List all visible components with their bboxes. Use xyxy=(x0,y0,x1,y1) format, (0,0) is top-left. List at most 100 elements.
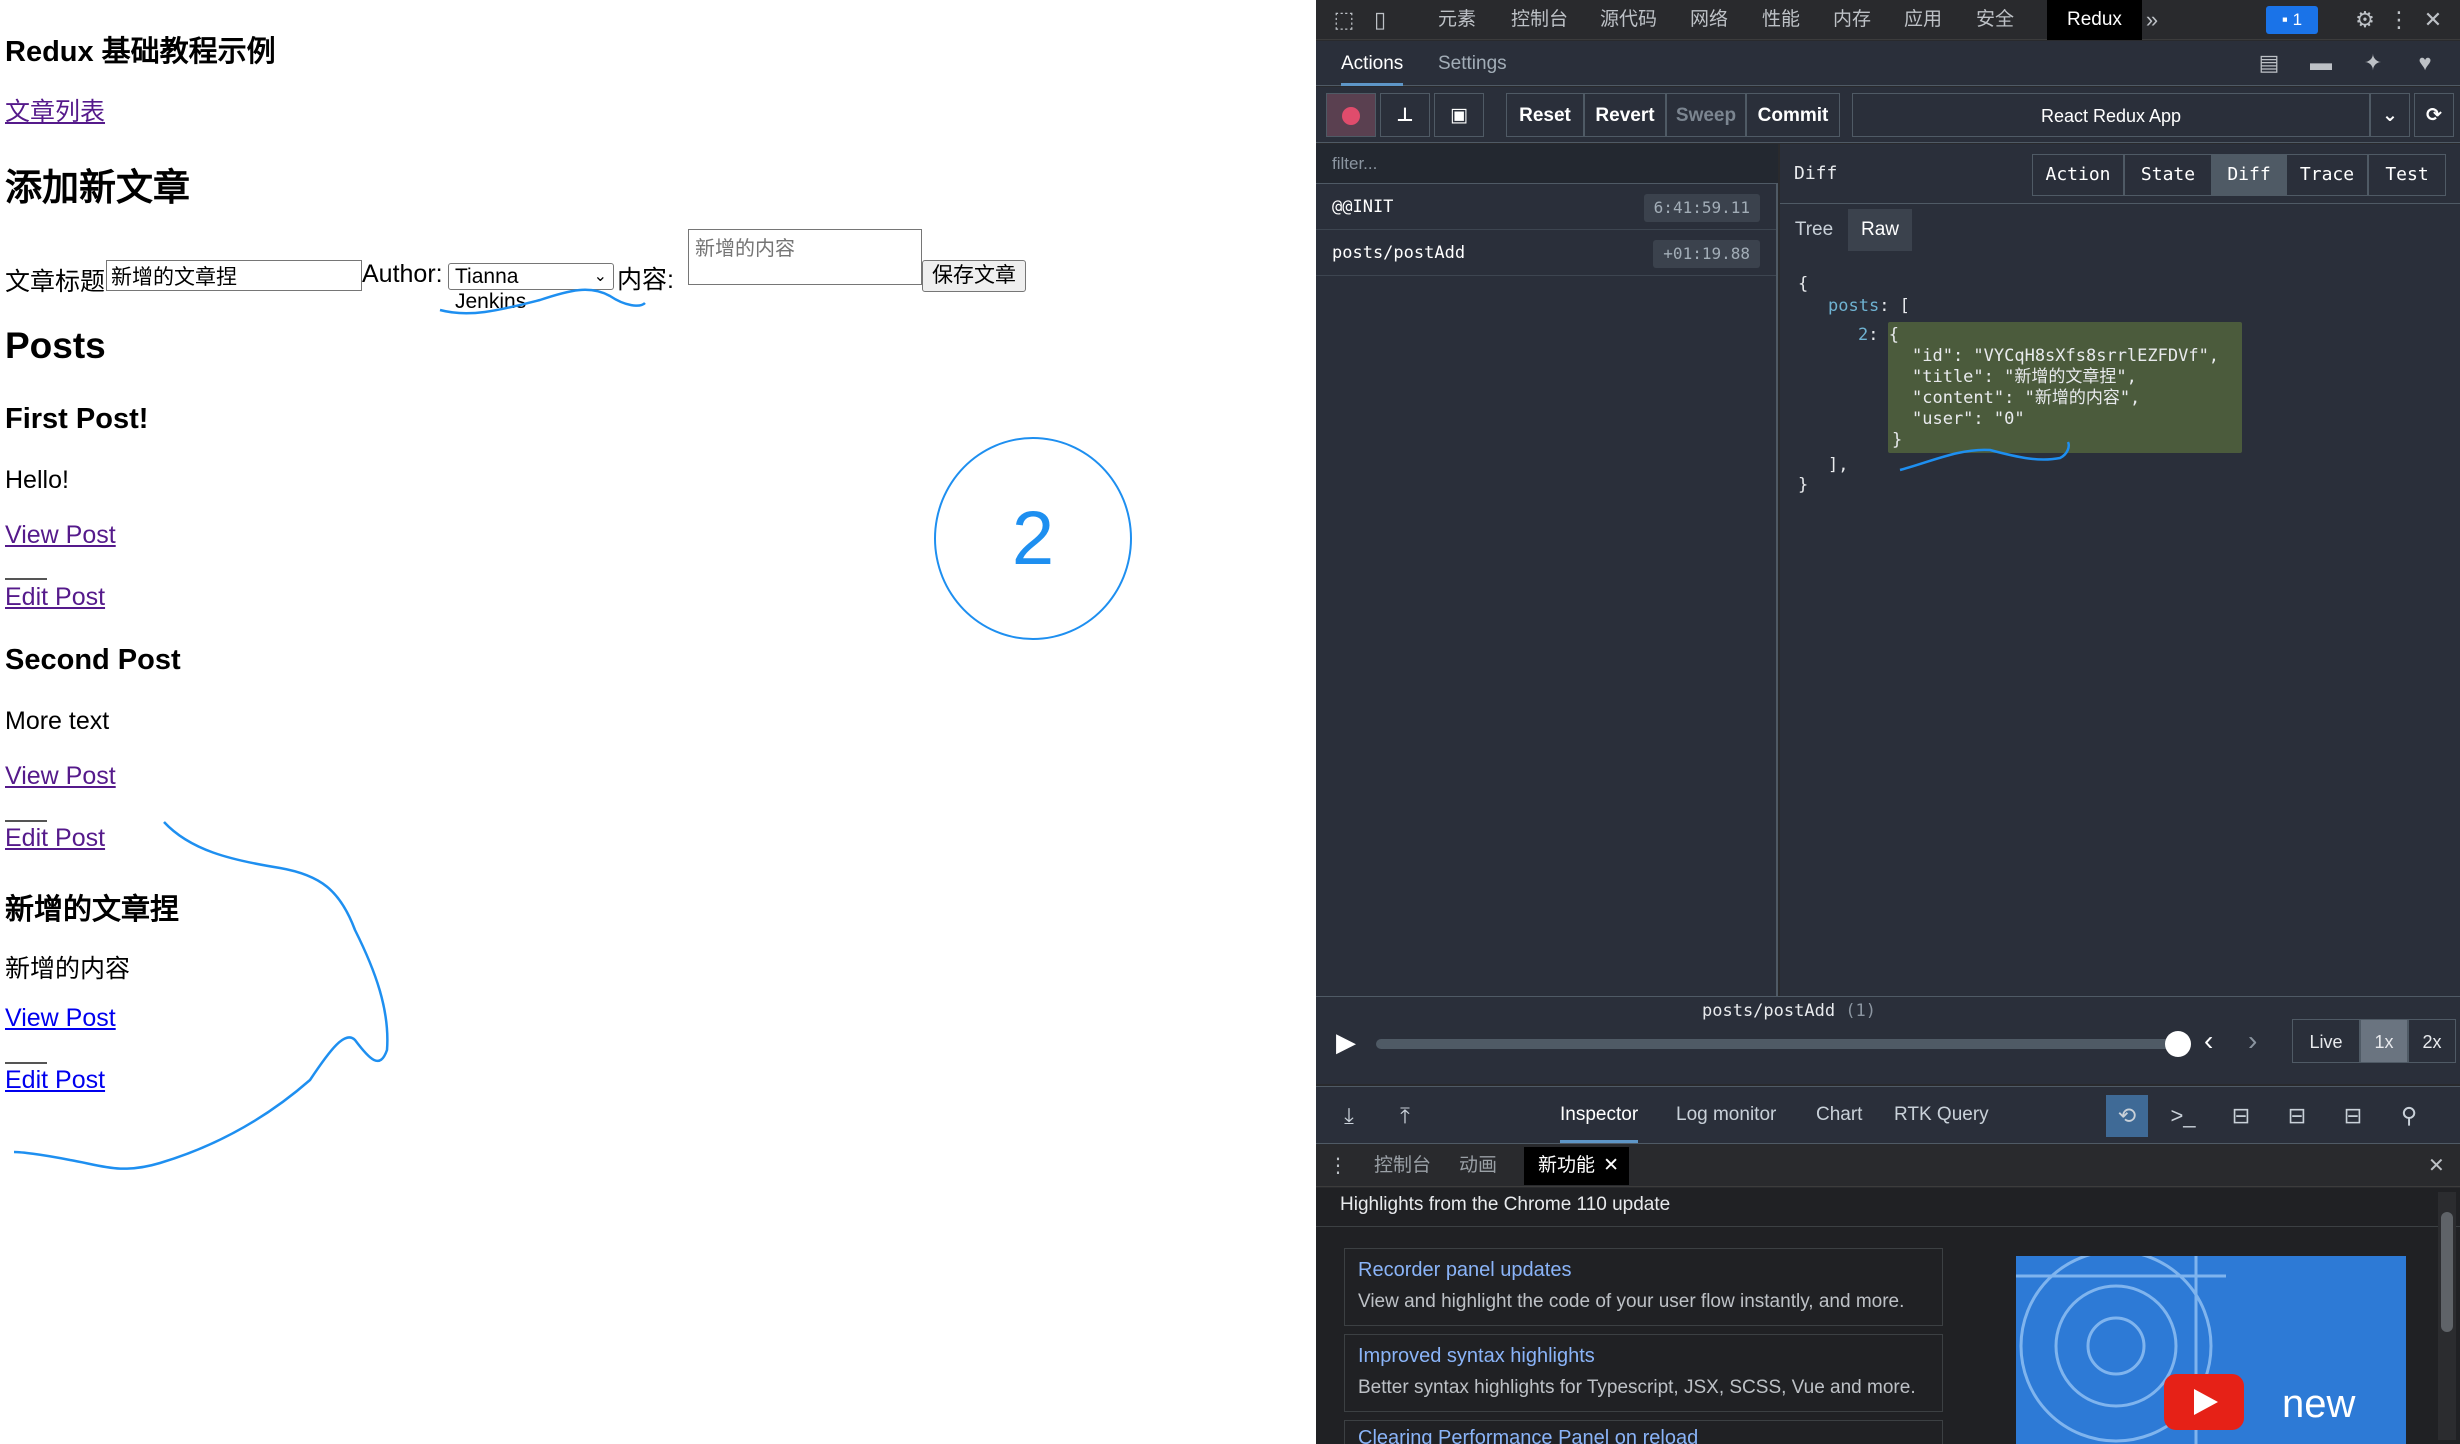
gear-icon[interactable]: ⚙ xyxy=(2350,0,2380,40)
action-filter-input[interactable]: filter... xyxy=(1316,144,1778,184)
feature-card[interactable]: Improved syntax highlights Better syntax… xyxy=(1344,1334,1943,1412)
dock-bottom-icon[interactable]: ⊟ xyxy=(2332,1095,2374,1137)
tab-trace-view[interactable]: Trace xyxy=(2286,154,2368,196)
scrollbar[interactable] xyxy=(2438,1192,2456,1440)
drawer-tab-animations[interactable]: 动画 xyxy=(1459,1145,1497,1187)
feature-title[interactable]: Clearing Performance Panel on reload xyxy=(1358,1427,1698,1444)
tab-memory[interactable]: 内存 xyxy=(1833,0,1871,40)
revert-button[interactable]: Revert xyxy=(1584,93,1666,137)
diff-index-open: : { xyxy=(1868,325,1899,345)
issues-badge[interactable]: ▪ 1 xyxy=(2266,6,2318,34)
slider-handle[interactable] xyxy=(2165,1031,2191,1057)
dock-left-icon[interactable]: ⊟ xyxy=(2220,1095,2262,1137)
live-button[interactable]: Live xyxy=(2292,1019,2360,1063)
tab-application[interactable]: 应用 xyxy=(1904,0,1942,40)
speed-1x-button[interactable]: 1x xyxy=(2360,1019,2408,1063)
drawer-tab-whats-new[interactable]: 新功能 ✕ xyxy=(1524,1147,1630,1185)
record-button[interactable] xyxy=(1326,93,1376,137)
pin-button[interactable]: ⊥ xyxy=(1380,93,1430,137)
highlights-headline: Highlights from the Chrome 110 update xyxy=(1340,1194,1671,1215)
author-select[interactable]: Tianna Jenkins ⌄ xyxy=(448,263,614,313)
twitter-icon[interactable]: ✦ xyxy=(2356,43,2390,83)
persist-icon[interactable]: ⟲ xyxy=(2106,1095,2148,1137)
edit-post-link[interactable]: Edit Post xyxy=(5,1066,105,1095)
book-icon[interactable]: ▤ xyxy=(2252,43,2286,83)
view-post-link[interactable]: View Post xyxy=(5,762,116,791)
tab-diff-view[interactable]: Diff xyxy=(2212,154,2286,196)
post-title: 新增的文章捏 xyxy=(5,894,180,926)
tab-performance[interactable]: 性能 xyxy=(1762,0,1800,40)
close-icon[interactable]: ✕ xyxy=(1603,1147,1619,1185)
sync-icon[interactable]: ⟳ xyxy=(2414,93,2454,137)
close-drawer-icon[interactable]: ✕ xyxy=(2428,1145,2445,1187)
tab-settings[interactable]: Settings xyxy=(1438,41,1507,86)
post-content: 新增的内容 xyxy=(5,955,131,983)
youtube-play-icon[interactable] xyxy=(2164,1374,2244,1430)
timeline-slider[interactable] xyxy=(1376,1039,2176,1049)
feature-card[interactable]: Recorder panel updates View and highligh… xyxy=(1344,1248,1943,1326)
edit-post-link[interactable]: Edit Post xyxy=(5,583,105,612)
drawer-tab-console[interactable]: 控制台 xyxy=(1374,1145,1431,1187)
dock-right-icon[interactable]: ⊟ xyxy=(2276,1095,2318,1137)
title-input[interactable] xyxy=(106,260,362,291)
tab-sources[interactable]: 源代码 xyxy=(1600,0,1657,40)
commit-button[interactable]: Commit xyxy=(1746,93,1840,137)
inspector-pane: Diff Action State Diff Trace Test Tree R… xyxy=(1780,144,2460,996)
tab-console[interactable]: 控制台 xyxy=(1511,0,1568,40)
view-post-link[interactable]: View Post xyxy=(5,1004,116,1033)
export-icon[interactable]: ⤒ xyxy=(1384,1095,1426,1137)
video-thumbnail[interactable]: new xyxy=(2016,1256,2406,1444)
post-list-link[interactable]: 文章列表 xyxy=(5,92,105,128)
import-icon[interactable]: ⤓ xyxy=(1328,1095,1370,1137)
terminal-icon[interactable]: >_ xyxy=(2162,1095,2204,1137)
redux-toolbar: ⊥ ▣ Reset Revert Sweep Commit React Redu… xyxy=(1316,87,2460,143)
chevron-down-icon[interactable]: ⌄ xyxy=(2370,93,2410,137)
action-item[interactable]: @@INIT 6:41:59.11 xyxy=(1316,185,1776,230)
inspect-element-icon[interactable]: ⬚ xyxy=(1328,0,1360,40)
view-post-link[interactable]: View Post xyxy=(5,521,116,550)
tab-raw[interactable]: Raw xyxy=(1848,209,1912,251)
tab-action-view[interactable]: Action xyxy=(2032,154,2124,196)
tab-redux[interactable]: Redux xyxy=(2047,0,2142,40)
more-tabs-icon[interactable]: » xyxy=(2140,0,2164,40)
content-label: 内容: xyxy=(617,266,674,294)
tab-log-monitor[interactable]: Log monitor xyxy=(1676,1087,1776,1143)
speed-2x-button[interactable]: 2x xyxy=(2408,1019,2456,1063)
chevron-right-icon[interactable]: › xyxy=(2248,1025,2257,1057)
tab-tree[interactable]: Tree xyxy=(1780,209,1848,251)
tab-chart[interactable]: Chart xyxy=(1816,1087,1862,1143)
feature-card[interactable]: Clearing Performance Panel on reload xyxy=(1344,1420,1943,1444)
tab-state-view[interactable]: State xyxy=(2124,154,2212,196)
close-icon[interactable]: ✕ xyxy=(2418,0,2448,40)
instance-select[interactable]: React Redux App xyxy=(1852,93,2370,137)
device-toolbar-icon[interactable]: ▯ xyxy=(1364,0,1396,40)
feature-title[interactable]: Recorder panel updates xyxy=(1358,1259,1571,1282)
issues-count: 1 xyxy=(2292,10,2303,29)
action-item[interactable]: posts/postAdd +01:19.88 xyxy=(1316,231,1776,276)
reset-button[interactable]: Reset xyxy=(1506,93,1584,137)
feature-title[interactable]: Improved syntax highlights xyxy=(1358,1345,1595,1368)
kebab-menu-icon[interactable]: ⋮ xyxy=(1328,1145,1348,1187)
tab-network[interactable]: 网络 xyxy=(1690,0,1728,40)
heart-icon[interactable]: ♥ xyxy=(2408,43,2442,83)
diff-close-object: } xyxy=(1892,430,1903,450)
tab-actions[interactable]: Actions xyxy=(1341,41,1404,86)
save-post-button[interactable]: 保存文章 xyxy=(922,260,1026,292)
tab-rtk-query[interactable]: RTK Query xyxy=(1894,1087,1989,1143)
chat-icon[interactable]: ▬ xyxy=(2304,43,2338,83)
lock-button[interactable]: ▣ xyxy=(1434,93,1484,137)
tab-test-view[interactable]: Test xyxy=(2368,154,2446,196)
remote-icon[interactable]: ⚲ xyxy=(2388,1095,2430,1137)
sweep-button[interactable]: Sweep xyxy=(1666,93,1746,137)
feature-description: Better syntax highlights for Typescript,… xyxy=(1358,1377,1916,1398)
content-textarea[interactable]: 新增的内容 xyxy=(688,229,922,285)
pin-icon: ⊥ xyxy=(1396,105,1414,126)
tab-inspector[interactable]: Inspector xyxy=(1560,1087,1639,1143)
tab-elements[interactable]: 元素 xyxy=(1438,0,1476,40)
kebab-menu-icon[interactable]: ⋮ xyxy=(2384,0,2414,40)
tab-security[interactable]: 安全 xyxy=(1976,0,2014,40)
chevron-left-icon[interactable]: ‹ xyxy=(2204,1025,2213,1057)
play-icon[interactable]: ▶ xyxy=(1336,1027,1356,1058)
edit-post-link[interactable]: Edit Post xyxy=(5,824,105,853)
current-action-name: posts/postAdd xyxy=(1702,1001,1836,1021)
